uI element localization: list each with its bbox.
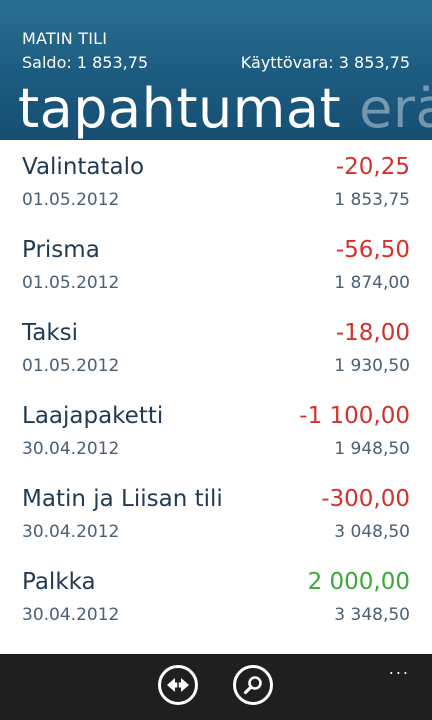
transaction-name: Valintatalo (22, 154, 145, 180)
pivot-header: tapahtumat erä (18, 76, 432, 140)
transaction-name: Taksi (22, 320, 79, 346)
transaction-date: 30.04.2012 (22, 605, 120, 625)
transaction-date: 01.05.2012 (22, 356, 120, 376)
transaction-row[interactable]: Matin ja Liisan tili 30.04.2012 -300,00 … (22, 486, 410, 556)
account-header: MATIN TILI Saldo: 1 853,75 Käyttövara: 3… (0, 0, 432, 140)
running-balance: 1 853,75 (334, 190, 410, 210)
transaction-amount: 2 000,00 (307, 569, 410, 595)
transaction-name: Palkka (22, 569, 96, 595)
transfer-icon (166, 673, 190, 697)
transaction-name: Matin ja Liisan tili (22, 486, 223, 512)
running-balance: 3 348,50 (334, 605, 410, 625)
running-balance: 3 048,50 (334, 522, 410, 542)
saldo-label: Saldo: 1 853,75 (22, 53, 149, 72)
running-balance: 1 948,50 (334, 439, 410, 459)
transaction-row[interactable]: Valintatalo 01.05.2012 -20,25 1 853,75 (22, 154, 410, 224)
search-icon (242, 674, 264, 696)
search-button[interactable] (233, 665, 273, 705)
running-balance: 1 930,50 (334, 356, 410, 376)
transaction-name: Prisma (22, 237, 100, 263)
transaction-amount: -300,00 (321, 486, 410, 512)
pivot-tab-transactions[interactable]: tapahtumat (18, 77, 341, 140)
app-bar: ... (0, 654, 432, 720)
transaction-amount: -18,00 (335, 320, 410, 346)
running-balance: 1 874,00 (334, 273, 410, 293)
transaction-row[interactable]: Prisma 01.05.2012 -56,50 1 874,00 (22, 237, 410, 307)
transaction-date: 01.05.2012 (22, 190, 120, 210)
transaction-date: 01.05.2012 (22, 273, 120, 293)
account-name: MATIN TILI (22, 29, 108, 48)
more-options-button[interactable]: ... (389, 661, 410, 677)
transaction-date: 30.04.2012 (22, 439, 120, 459)
pivot-tab-next[interactable]: erä (359, 77, 432, 140)
transaction-row[interactable]: Palkka 30.04.2012 2 000,00 3 348,50 (22, 569, 410, 639)
transaction-amount: -1 100,00 (299, 403, 410, 429)
transaction-row[interactable]: Taksi 01.05.2012 -18,00 1 930,50 (22, 320, 410, 390)
transaction-amount: -56,50 (335, 237, 410, 263)
available-balance-label: Käyttövara: 3 853,75 (240, 53, 410, 72)
transaction-date: 30.04.2012 (22, 522, 120, 542)
transaction-amount: -20,25 (335, 154, 410, 180)
transaction-row[interactable]: Laajapaketti 30.04.2012 -1 100,00 1 948,… (22, 403, 410, 473)
transfer-button[interactable] (158, 665, 198, 705)
transaction-name: Laajapaketti (22, 403, 164, 429)
